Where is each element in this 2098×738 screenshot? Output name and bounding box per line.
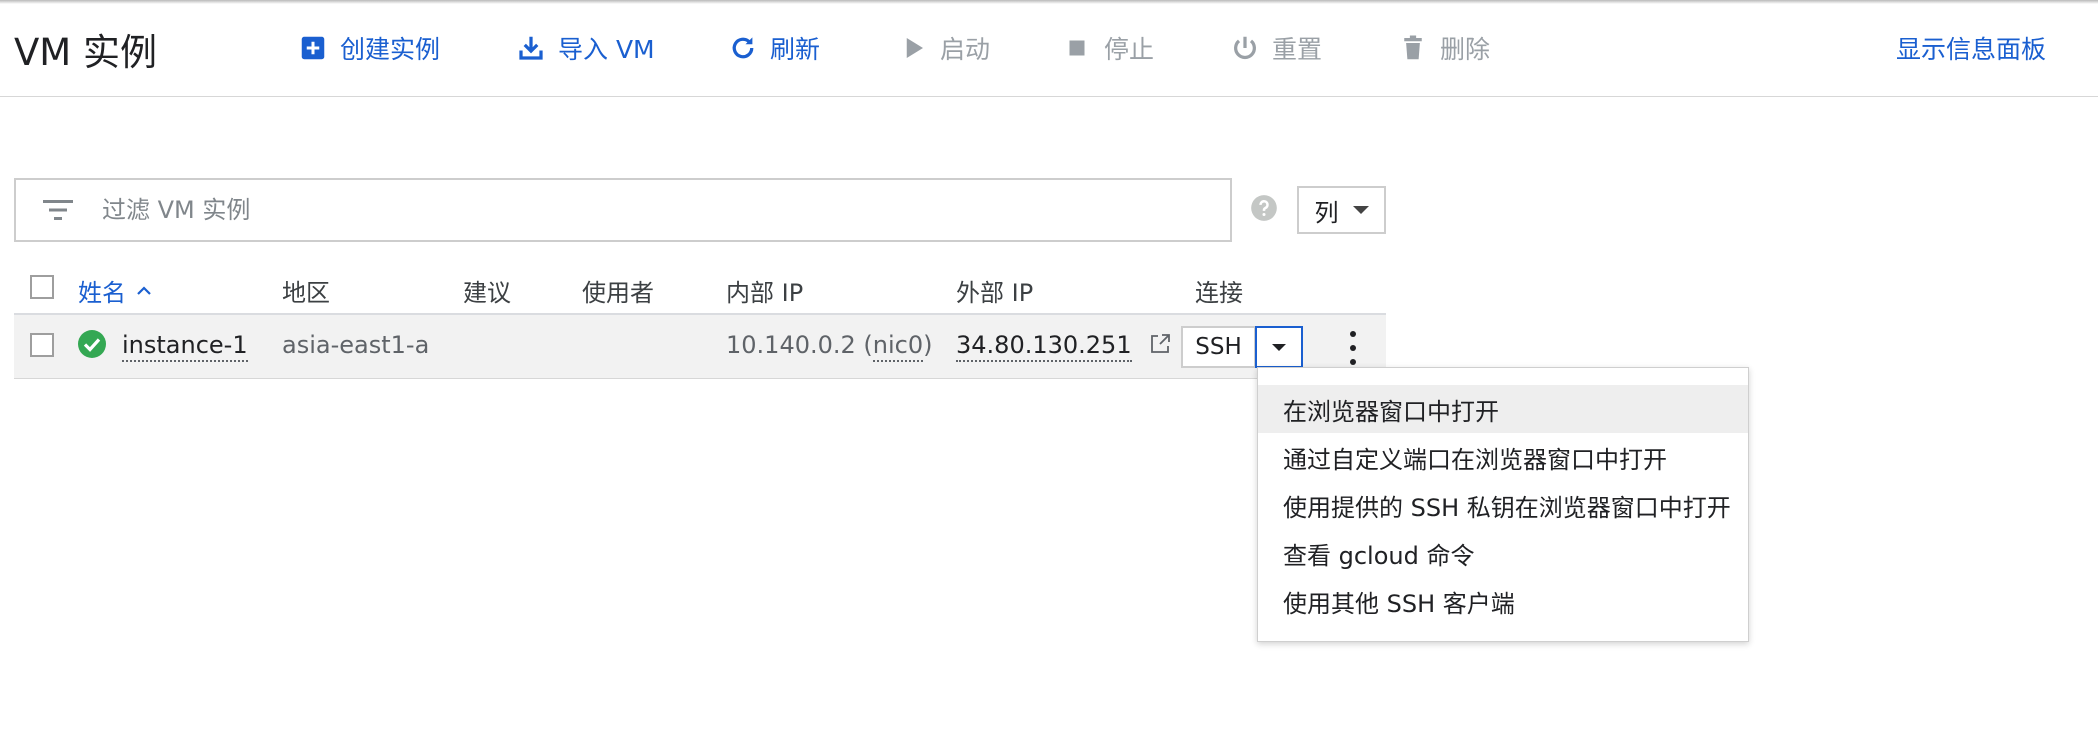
play-icon	[906, 38, 923, 58]
filter-bar[interactable]	[14, 178, 1232, 242]
status-running-icon	[78, 330, 106, 358]
reset-label: 重置	[1272, 35, 1323, 64]
internal-ip-suffix: )	[923, 331, 933, 359]
start-button[interactable]: 启动	[898, 28, 990, 68]
menu-item-open-in-browser[interactable]: 在浏览器窗口中打开	[1258, 385, 1748, 433]
import-vm-button[interactable]: 导入 VM	[516, 28, 655, 68]
show-info-panel-link[interactable]: 显示信息面板	[1896, 28, 2046, 68]
delete-label: 删除	[1440, 35, 1491, 64]
columns-label: 列	[1314, 198, 1339, 227]
stop-label: 停止	[1104, 35, 1155, 64]
page-title: VM 实例	[14, 31, 157, 74]
ssh-dropdown-button[interactable]	[1255, 326, 1303, 368]
more-actions-icon[interactable]	[1348, 331, 1358, 365]
create-instance-button[interactable]: 创建实例	[298, 28, 440, 68]
select-all-checkbox[interactable]	[30, 275, 54, 299]
column-header-external-ip[interactable]: 外部 IP	[956, 273, 1033, 308]
stop-button[interactable]: 停止	[1062, 28, 1154, 68]
column-header-in-use-by[interactable]: 使用者	[582, 273, 654, 308]
ssh-options-menu: 在浏览器窗口中打开 通过自定义端口在浏览器窗口中打开 使用提供的 SSH 私钥在…	[1257, 367, 1749, 642]
nic-link[interactable]: nic0	[872, 331, 924, 362]
sort-ascending-icon	[137, 285, 151, 295]
column-header-zone[interactable]: 地区	[282, 273, 330, 308]
refresh-icon	[732, 37, 754, 59]
table-header: 姓名 地区 建议 使用者 内部 IP 外部 IP 连接	[14, 265, 1386, 315]
external-ip-link[interactable]: 34.80.130.251	[956, 331, 1171, 362]
reset-button[interactable]: 重置	[1230, 28, 1322, 68]
start-label: 启动	[940, 35, 991, 64]
column-header-connect: 连接	[1195, 279, 1243, 307]
chevron-down-icon	[1272, 343, 1286, 351]
import-vm-label: 导入 VM	[558, 35, 655, 64]
column-header-name[interactable]: 姓名	[78, 273, 152, 308]
ssh-button[interactable]: SSH	[1181, 326, 1256, 368]
delete-button[interactable]: 删除	[1398, 28, 1490, 68]
instance-internal-ip: 10.140.0.2 (nic0)	[726, 331, 933, 362]
trash-icon	[1404, 35, 1422, 60]
internal-ip-value: 10.140.0.2 (	[726, 331, 873, 359]
row-checkbox[interactable]	[30, 333, 54, 357]
column-header-name-label: 姓名	[78, 279, 126, 307]
menu-item-view-gcloud-command[interactable]: 查看 gcloud 命令	[1258, 529, 1748, 577]
instance-name-link[interactable]: instance-1	[122, 331, 248, 362]
add-box-icon	[301, 36, 325, 60]
column-header-internal-ip[interactable]: 内部 IP	[726, 273, 803, 308]
open-in-new-icon	[1151, 334, 1171, 353]
refresh-label: 刷新	[770, 35, 821, 64]
filter-list-icon	[43, 200, 73, 220]
table-row: instance-1 asia-east1-a 10.140.0.2 (nic0…	[14, 315, 1386, 379]
refresh-button[interactable]: 刷新	[728, 28, 820, 68]
ssh-split-button: SSH	[1181, 326, 1303, 368]
menu-item-open-with-private-key[interactable]: 使用提供的 SSH 私钥在浏览器窗口中打开	[1258, 481, 1748, 529]
help-icon[interactable]	[1250, 194, 1278, 222]
column-header-recommendation[interactable]: 建议	[463, 273, 511, 308]
columns-button[interactable]: 列	[1297, 186, 1386, 234]
external-ip-value: 34.80.130.251	[956, 331, 1132, 362]
instance-zone: asia-east1-a	[282, 331, 430, 359]
toolbar: VM 实例 创建实例 导入 VM 刷新 启动 停止 重置 删除 显示信息面板	[0, 0, 2098, 97]
menu-item-open-custom-port[interactable]: 通过自定义端口在浏览器窗口中打开	[1258, 433, 1748, 481]
download-icon	[519, 36, 543, 60]
create-instance-label: 创建实例	[340, 35, 441, 64]
instance-name: instance-1	[122, 331, 248, 362]
filter-input[interactable]	[100, 180, 1200, 240]
stop-icon	[1069, 40, 1085, 56]
menu-item-other-ssh-client[interactable]: 使用其他 SSH 客户端	[1258, 577, 1748, 625]
chevron-down-icon	[1352, 206, 1369, 214]
power-icon	[1234, 36, 1256, 60]
